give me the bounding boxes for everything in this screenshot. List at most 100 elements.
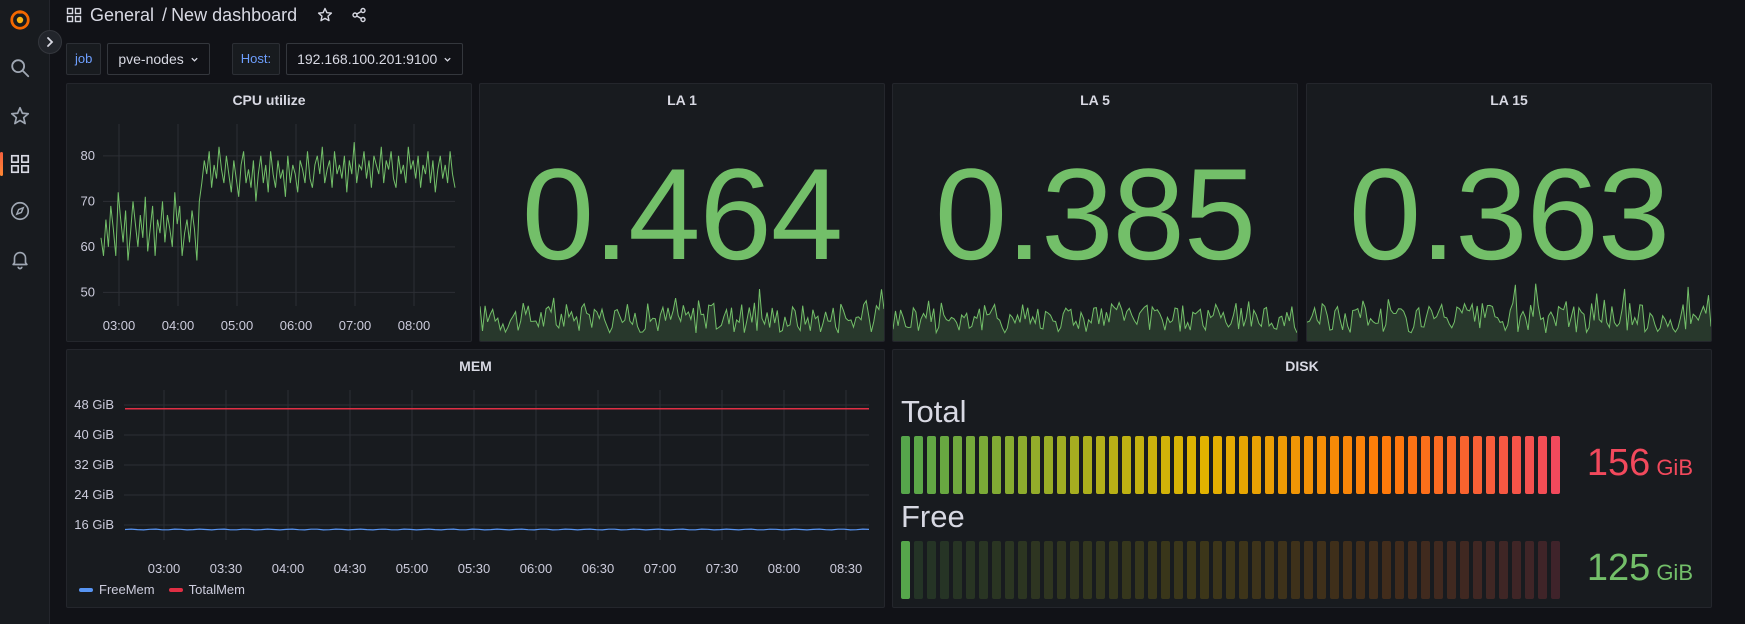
gauge-segment: [1278, 541, 1287, 599]
gauge-segment: [966, 541, 975, 599]
gauge-segment: [1031, 541, 1040, 599]
gauge-segment: [1200, 436, 1209, 494]
gauge-segment: [953, 436, 962, 494]
x-tick-label: 03:00: [103, 318, 136, 333]
dashboards-icon[interactable]: [8, 152, 32, 176]
panel-title: LA 5: [1080, 92, 1110, 108]
gauge-segment: [966, 436, 975, 494]
la1-panel[interactable]: LA 1 0.464: [479, 83, 885, 342]
gauge-segment: [1473, 541, 1482, 599]
gauge-segment: [1122, 541, 1131, 599]
gauge-segment: [1252, 541, 1261, 599]
x-tick-label: 03:30: [210, 561, 243, 576]
stat-value: 0.385: [934, 141, 1256, 287]
starred-icon[interactable]: [8, 104, 32, 128]
gauge-segment: [1447, 541, 1456, 599]
gauge-segment: [1395, 436, 1404, 494]
gauge-segment: [1447, 436, 1456, 494]
gauge-unit: GiB: [1656, 560, 1693, 585]
chevron-right-icon: [47, 37, 54, 47]
gauge-segment: [1213, 436, 1222, 494]
gauge-segment: [1330, 436, 1339, 494]
gauge-segment: [1018, 436, 1027, 494]
gauge-segment: [940, 541, 949, 599]
gauge-segment: [1161, 436, 1170, 494]
gauge-segment: [1044, 436, 1053, 494]
gauge-segment: [1356, 436, 1365, 494]
la5-panel[interactable]: LA 5 0.385: [892, 83, 1298, 342]
stat-value: 0.464: [521, 141, 843, 287]
share-icon[interactable]: [351, 7, 367, 23]
gauge-segment: [1122, 436, 1131, 494]
legend-item-freemem[interactable]: FreeMem: [79, 582, 155, 597]
gauge-segment: [1434, 541, 1443, 599]
gauge-segment: [992, 436, 1001, 494]
mem-panel[interactable]: MEM 16 GiB 24 GiB 32 GiB 40 GiB 48 GiB 03:00 0…: [66, 349, 885, 608]
gauge-segment: [1408, 436, 1417, 494]
variable-select-job[interactable]: pve-nodes: [107, 43, 210, 75]
gauge-segment: [1031, 436, 1040, 494]
variable-select-host[interactable]: 192.168.100.201:9100: [286, 43, 464, 75]
gauge-segment: [1135, 541, 1144, 599]
legend-label: TotalMem: [188, 582, 245, 597]
gauge-segment: [1265, 541, 1274, 599]
mem-timeseries-chart: 16 GiB 24 GiB 32 GiB 40 GiB 48 GiB 03:00 03:30…: [74, 390, 870, 576]
gauge-segment: [901, 436, 910, 494]
gauge-segment: [1109, 541, 1118, 599]
gauge-segment: [914, 436, 923, 494]
gauge-segment: [940, 436, 949, 494]
expand-menu-button[interactable]: [38, 30, 62, 54]
bar-gauge-total: [901, 436, 1560, 494]
gauge-segment: [979, 541, 988, 599]
breadcrumb-folder[interactable]: General: [90, 5, 154, 26]
star-icon[interactable]: [317, 7, 333, 23]
gauge-segment: [1278, 436, 1287, 494]
gauge-segment: [1096, 541, 1105, 599]
gauge-segment: [1174, 541, 1183, 599]
gauge-segment: [1174, 436, 1183, 494]
stat-value: 0.363: [1348, 141, 1670, 287]
gauge-segment: [1148, 541, 1157, 599]
explore-compass-icon[interactable]: [8, 199, 32, 223]
gauge-segment: [1252, 436, 1261, 494]
alerting-bell-icon[interactable]: [8, 247, 32, 271]
disk-panel[interactable]: DISK Total 156 GiB Free 125 GiB: [892, 349, 1712, 608]
gauge-unit: GiB: [1656, 455, 1693, 480]
x-tick-label: 08:00: [398, 318, 431, 333]
gauge-segment: [1005, 436, 1014, 494]
gauge-segment: [1421, 436, 1430, 494]
gauge-segment: [1148, 436, 1157, 494]
la15-panel[interactable]: LA 15 0.363: [1306, 83, 1712, 342]
gauge-segment: [1460, 436, 1469, 494]
y-tick-label: 48 GiB: [74, 397, 114, 412]
gauge-segment: [1304, 541, 1313, 599]
gauge-segment: [979, 436, 988, 494]
cpu-utilize-panel[interactable]: CPU utilize 50 60 70 80 03:00 04:00 05:00 06:00…: [66, 83, 472, 342]
gauge-number: 156: [1586, 442, 1651, 484]
gauge-segment: [1070, 436, 1079, 494]
x-tick-label: 04:30: [334, 561, 367, 576]
search-icon[interactable]: [8, 56, 32, 80]
gauge-segment: [1187, 436, 1196, 494]
y-tick-label: 50: [81, 284, 95, 299]
gauge-segment: [1499, 436, 1508, 494]
gauge-segment: [1499, 541, 1508, 599]
breadcrumb: General / New dashboard: [66, 2, 367, 28]
gauge-segment: [927, 436, 936, 494]
legend-item-totalmem[interactable]: TotalMem: [168, 582, 245, 597]
gauge-segment: [1317, 436, 1326, 494]
gauge-segment: [1460, 541, 1469, 599]
gauge-segment: [1538, 541, 1547, 599]
gauge-segment: [1057, 436, 1066, 494]
gauge-segment: [1135, 436, 1144, 494]
dashboard-title[interactable]: New dashboard: [171, 5, 297, 26]
gauge-segment: [1161, 541, 1170, 599]
x-tick-label: 04:00: [162, 318, 195, 333]
gauge-segment: [1486, 541, 1495, 599]
chevron-down-icon: [444, 57, 451, 62]
grafana-logo-icon[interactable]: [8, 8, 32, 32]
gauge-segment: [1408, 541, 1417, 599]
x-tick-label: 06:30: [582, 561, 615, 576]
gauge-segment: [953, 541, 962, 599]
chart-legend: FreeMem TotalMem: [79, 582, 245, 597]
